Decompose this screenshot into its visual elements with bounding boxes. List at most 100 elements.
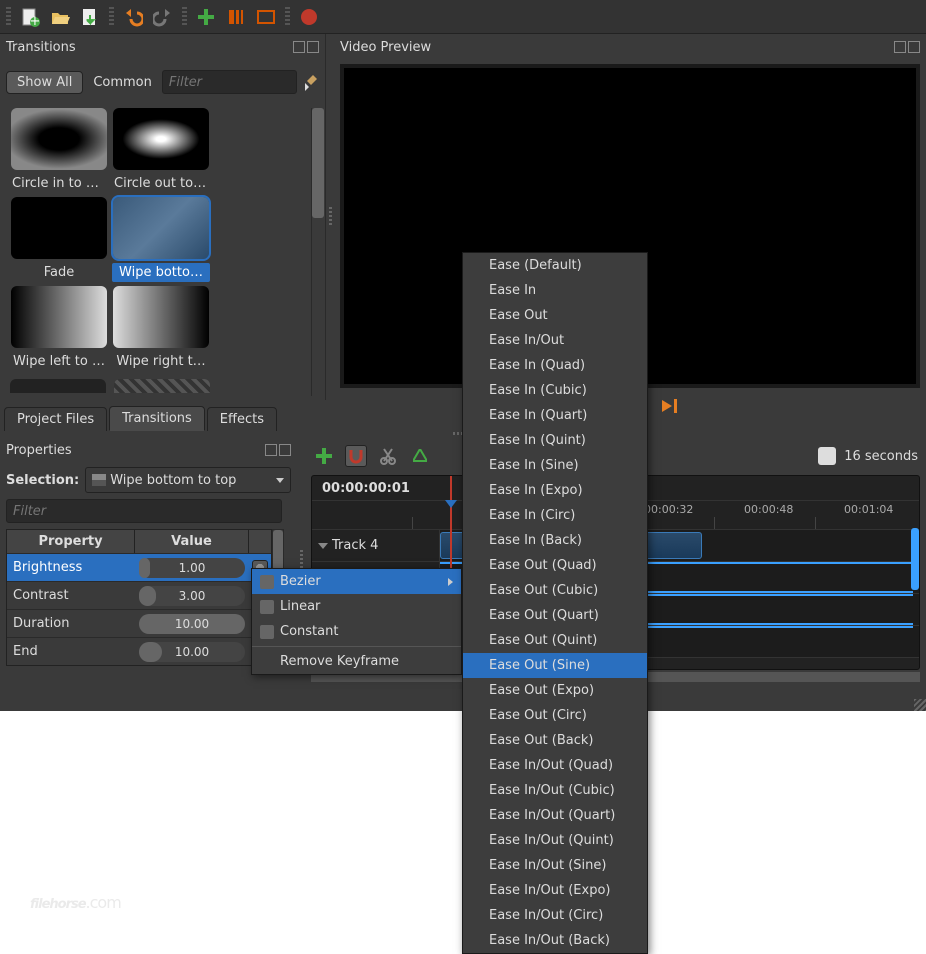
easing-option[interactable]: Ease Out (Quint): [463, 628, 647, 653]
easing-option[interactable]: Ease In/Out (Back): [463, 928, 647, 953]
property-slider[interactable]: 3.00: [139, 586, 245, 606]
easing-option[interactable]: Ease In (Expo): [463, 478, 647, 503]
transitions-title: Transitions: [6, 40, 76, 55]
transition-label: Wipe botto…: [112, 263, 210, 282]
tab-project-files[interactable]: Project Files: [4, 407, 107, 431]
property-slider[interactable]: 10.00: [139, 642, 245, 662]
menu-item-bezier[interactable]: Bezier: [252, 569, 461, 594]
save-file-button[interactable]: [79, 6, 101, 28]
close-panel-icon[interactable]: [307, 41, 319, 53]
easing-option[interactable]: Ease In/Out: [463, 328, 647, 353]
transition-label: Wipe right t…: [112, 352, 210, 371]
easing-option[interactable]: Ease In (Back): [463, 528, 647, 553]
menu-item-constant[interactable]: Constant: [252, 619, 461, 644]
col-value: Value: [135, 530, 249, 553]
clear-filter-icon[interactable]: [303, 73, 319, 91]
transition-label: Circle out to in: [112, 174, 210, 193]
easing-option[interactable]: Ease In/Out (Cubic): [463, 778, 647, 803]
transition-item[interactable]: Wipe left to …: [10, 286, 108, 371]
easing-option[interactable]: Ease Out (Quad): [463, 553, 647, 578]
show-all-button[interactable]: Show All: [6, 71, 83, 94]
redo-button[interactable]: [152, 6, 174, 28]
v-splitter-1[interactable]: [326, 34, 334, 400]
easing-option[interactable]: Ease Out (Back): [463, 728, 647, 753]
close-props-icon[interactable]: [279, 444, 291, 456]
property-row[interactable]: Duration 10.00: [7, 609, 271, 637]
easing-option[interactable]: Ease In (Cubic): [463, 378, 647, 403]
easing-option[interactable]: Ease In (Quad): [463, 353, 647, 378]
close-preview-icon[interactable]: [908, 41, 920, 53]
open-file-button[interactable]: [49, 6, 71, 28]
transition-item[interactable]: Wipe botto…: [112, 197, 210, 282]
resize-grip[interactable]: [914, 699, 926, 711]
easing-option[interactable]: Ease In/Out (Quad): [463, 753, 647, 778]
easing-option[interactable]: Ease In (Sine): [463, 453, 647, 478]
transitions-toolbar: Show All Common: [0, 60, 325, 104]
easing-option[interactable]: Ease Out (Sine): [463, 653, 647, 678]
transition-item[interactable]: Fade: [10, 197, 108, 282]
selection-dropdown[interactable]: Wipe bottom to top: [85, 467, 291, 493]
easing-option[interactable]: Ease In/Out (Circ): [463, 903, 647, 928]
easing-option[interactable]: Ease (Default): [463, 253, 647, 278]
tab-transitions[interactable]: Transitions: [109, 406, 205, 431]
profiles-button[interactable]: [225, 6, 247, 28]
timecode: 00:00:00:01: [322, 481, 410, 496]
toolbar-grip[interactable]: [6, 7, 11, 27]
watermark-logo: filehorse.com: [30, 878, 121, 916]
property-name: Brightness: [7, 560, 135, 575]
menu-item-remove-keyframe[interactable]: Remove Keyframe: [252, 649, 461, 674]
property-row[interactable]: End 10.00: [7, 637, 271, 665]
transition-icon: [92, 474, 106, 486]
chevron-down-icon[interactable]: [318, 541, 328, 551]
property-slider[interactable]: 1.00: [139, 558, 245, 578]
add-track-button[interactable]: [313, 445, 335, 467]
property-row[interactable]: Contrast 3.00: [7, 581, 271, 609]
property-row[interactable]: Brightness 1.00: [7, 553, 271, 581]
timeline-vscroll[interactable]: [911, 528, 919, 666]
easing-option[interactable]: Ease In (Circ): [463, 503, 647, 528]
property-name: Contrast: [7, 588, 135, 603]
transitions-scrollbar[interactable]: [311, 108, 323, 396]
easing-option[interactable]: Ease Out (Quart): [463, 603, 647, 628]
undock-props-icon[interactable]: [265, 444, 277, 456]
transition-item[interactable]: Circle in to out: [10, 108, 108, 193]
toolbar-grip-4[interactable]: [285, 7, 290, 27]
jump-end-button[interactable]: [662, 398, 682, 414]
menu-item-linear[interactable]: Linear: [252, 594, 461, 619]
snap-button[interactable]: [345, 445, 367, 467]
common-button[interactable]: Common: [89, 72, 156, 93]
toolbar-grip-2[interactable]: [109, 7, 114, 27]
easing-option[interactable]: Ease In (Quint): [463, 428, 647, 453]
easing-option[interactable]: Ease In/Out (Expo): [463, 878, 647, 903]
transitions-filter-input[interactable]: [162, 70, 297, 94]
marker-add-button[interactable]: [409, 445, 431, 467]
tab-effects[interactable]: Effects: [207, 407, 277, 431]
easing-option[interactable]: Ease In/Out (Sine): [463, 853, 647, 878]
toolbar-grip-3[interactable]: [182, 7, 187, 27]
fullscreen-button[interactable]: [255, 6, 277, 28]
easing-option[interactable]: Ease In/Out (Quint): [463, 828, 647, 853]
new-file-button[interactable]: +: [19, 6, 41, 28]
razor-button[interactable]: [377, 445, 399, 467]
interp-icon: [260, 600, 274, 614]
easing-option[interactable]: Ease Out: [463, 303, 647, 328]
easing-option[interactable]: Ease In/Out (Quart): [463, 803, 647, 828]
add-marker-button[interactable]: [195, 6, 217, 28]
interp-icon: [260, 575, 274, 589]
easing-option[interactable]: Ease In (Quart): [463, 403, 647, 428]
export-button[interactable]: [298, 6, 320, 28]
easing-option[interactable]: Ease Out (Expo): [463, 678, 647, 703]
property-name: Duration: [7, 616, 135, 631]
transition-item[interactable]: Circle out to in: [112, 108, 210, 193]
easing-option[interactable]: Ease Out (Cubic): [463, 578, 647, 603]
property-slider[interactable]: 10.00: [139, 614, 245, 634]
easing-option[interactable]: Ease Out (Circ): [463, 703, 647, 728]
easing-option[interactable]: Ease In: [463, 278, 647, 303]
properties-filter-input[interactable]: [6, 499, 282, 523]
zoom-slider-handle[interactable]: [818, 447, 836, 465]
transition-item[interactable]: Wipe right t…: [112, 286, 210, 371]
preview-title: Video Preview: [340, 40, 431, 55]
undock-icon[interactable]: [293, 41, 305, 53]
undo-button[interactable]: [122, 6, 144, 28]
undock-preview-icon[interactable]: [894, 41, 906, 53]
